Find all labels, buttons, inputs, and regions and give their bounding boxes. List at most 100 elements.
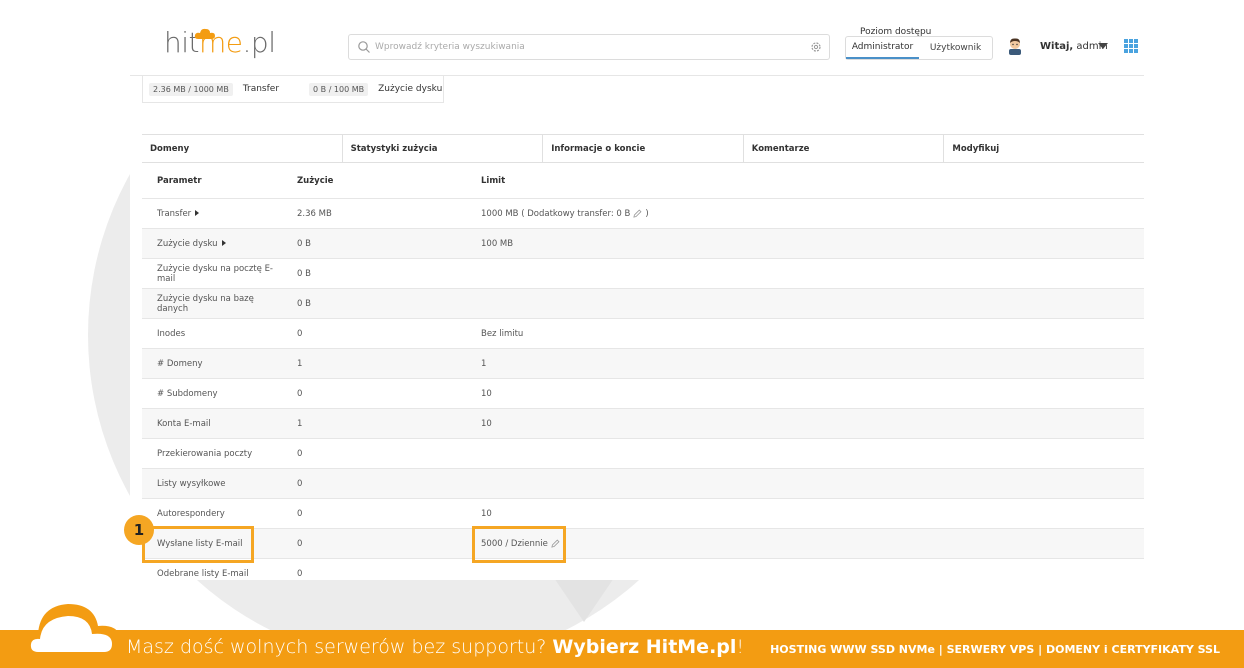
limit-value: 10 — [481, 418, 492, 429]
table-row: Autorespondery 0 10 — [142, 499, 1144, 529]
search-icon — [358, 41, 370, 53]
usage-cell: 0 — [297, 508, 303, 519]
tab-comments[interactable]: Komentarze — [744, 135, 945, 162]
parameter-cell: Konta E-mail — [142, 419, 282, 429]
limit-value: 1000 MB ( Dodatkowy transfer: 0 B — [481, 208, 631, 219]
usage-cell: 0 — [297, 388, 303, 399]
table-row: Przekierowania poczty 0 — [142, 439, 1144, 469]
hitme-logo[interactable]: hitme.pl — [164, 26, 276, 59]
usage-cell: 2.36 MB — [297, 208, 332, 219]
limit-suffix: ) — [645, 208, 649, 219]
access-tab-administrator[interactable]: Administrator — [846, 37, 919, 59]
parameter-cell: Inodes — [142, 329, 282, 339]
parameter-label: Inodes — [157, 328, 186, 339]
table-row: Odebrane listy E-mail 0 — [142, 559, 1144, 580]
highlight-sent-emails-param — [142, 526, 254, 563]
account-tabs: Domeny Statystyki zużycia Informacje o k… — [142, 134, 1144, 163]
banner-services: HOSTING WWW SSD NVMe | SERWERY VPS | DOM… — [770, 643, 1220, 656]
disk-summary-value: 0 B / 100 MB — [309, 82, 369, 96]
table-row: Konta E-mail 1 10 — [142, 409, 1144, 439]
limit-value: Bez limitu — [481, 328, 524, 339]
table-row: Wysłane listy E-mail 0 5000 / Dziennie — [142, 529, 1144, 559]
avatar[interactable] — [1006, 37, 1024, 55]
parameter-cell: Odebrane listy E-mail — [142, 569, 282, 579]
access-tab-user[interactable]: Użytkownik — [919, 37, 992, 59]
usage-cell: 0 — [297, 538, 303, 549]
parameter-label: # Subdomeny — [157, 388, 218, 399]
apps-grid-icon[interactable] — [1124, 39, 1138, 53]
limit-cell: 100 MB — [466, 239, 1144, 249]
parameter-label: Transfer — [157, 208, 192, 219]
top-header: hitme.pl Poziom dostępu Administrator Uż… — [130, 0, 1144, 76]
parameter-label: Listy wysyłkowe — [157, 478, 226, 489]
usage-cell: 0 B — [297, 268, 311, 279]
parameter-label: Autorespondery — [157, 508, 225, 519]
panel-page: hitme.pl Poziom dostępu Administrator Uż… — [130, 0, 1144, 580]
transfer-summary-label: Transfer — [242, 84, 280, 94]
screenshot-root: hitme.pl Poziom dostępu Administrator Uż… — [0, 0, 1244, 668]
usage-cell: 0 — [297, 328, 303, 339]
parameter-cell: Listy wysyłkowe — [142, 479, 282, 489]
parameter-label: Przekierowania poczty — [157, 448, 253, 459]
step-badge: 1 — [124, 515, 154, 545]
limit-cell: 10 — [466, 389, 1144, 399]
parameter-cell: Zużycie dysku na pocztę E-mail — [142, 264, 282, 284]
parameter-cell[interactable]: Zużycie dysku — [142, 239, 282, 249]
limit-value: 10 — [481, 388, 492, 399]
caret-down-icon[interactable] — [1098, 43, 1108, 49]
limit-value: 10 — [481, 508, 492, 519]
banner-slogan: Masz dość wolnych serwerów bez supportu?… — [126, 636, 745, 658]
usage-cell: 1 — [297, 358, 303, 369]
parameter-cell: Zużycie dysku na bazę danych — [142, 294, 282, 314]
parameter-cell[interactable]: Transfer — [142, 209, 282, 219]
expand-arrow-icon[interactable] — [221, 240, 226, 246]
transfer-summary-value: 2.36 MB / 1000 MB — [149, 82, 233, 96]
table-row: Zużycie dysku na pocztę E-mail 0 B — [142, 259, 1144, 289]
column-header-limit: Limit — [481, 175, 506, 186]
parameter-cell: Przekierowania poczty — [142, 449, 282, 459]
tab-domains[interactable]: Domeny — [142, 135, 343, 162]
usage-cell: 0 — [297, 448, 303, 459]
parameter-label: # Domeny — [157, 358, 203, 369]
disk-summary-label: Zużycie dysku — [378, 84, 443, 94]
tab-account-info[interactable]: Informacje o koncie — [543, 135, 744, 162]
column-header-usage: Zużycie — [297, 175, 334, 186]
gear-icon[interactable] — [809, 40, 823, 54]
parameter-label: Zużycie dysku na bazę danych — [157, 293, 254, 314]
column-header-parameter: Parametr — [157, 175, 202, 186]
usage-cell: 1 — [297, 418, 303, 429]
search-box[interactable] — [348, 34, 830, 60]
table-row: # Domeny 1 1 — [142, 349, 1144, 379]
limit-cell: 1000 MB ( Dodatkowy transfer: 0 B) — [466, 209, 1144, 219]
tab-usage-stats[interactable]: Statystyki zużycia — [342, 135, 544, 162]
highlight-sent-emails-limit — [472, 526, 566, 563]
parameter-cell: # Subdomeny — [142, 389, 282, 399]
cloud-icon — [21, 604, 123, 660]
tab-modify[interactable]: Modyfikuj — [944, 135, 1144, 162]
usage-cell: 0 — [297, 478, 303, 489]
pencil-icon[interactable] — [633, 209, 642, 218]
usage-cell: 0 — [297, 568, 303, 579]
parameter-cell: Autorespondery — [142, 509, 282, 519]
usage-summary: 2.36 MB / 1000 MB Transfer 0 B / 100 MB … — [142, 76, 444, 103]
search-input[interactable] — [375, 38, 795, 56]
limit-cell: 5000 / Dziennie — [466, 539, 1144, 549]
table-row: Zużycie dysku na bazę danych 0 B — [142, 289, 1144, 319]
table-row: Zużycie dysku 0 B 100 MB — [142, 229, 1144, 259]
table-row: Transfer 2.36 MB 1000 MB ( Dodatkowy trans… — [142, 199, 1144, 229]
access-level-switch: Administrator Użytkownik — [845, 36, 993, 60]
parameter-label: Odebrane listy E-mail — [157, 568, 249, 579]
table-header: Parametr Zużycie Limit — [142, 163, 1144, 199]
usage-table: Parametr Zużycie Limit Transfer 2.36 MB 10… — [142, 163, 1144, 580]
table-row: Listy wysyłkowe 0 — [142, 469, 1144, 499]
limit-cell: 10 — [466, 419, 1144, 429]
limit-value: 100 MB — [481, 238, 514, 249]
table-row: Inodes 0 Bez limitu — [142, 319, 1144, 349]
limit-cell: Bez limitu — [466, 329, 1144, 339]
logo-cloud-icon — [194, 28, 215, 39]
usage-cell: 0 B — [297, 238, 311, 249]
expand-arrow-icon[interactable] — [195, 210, 200, 216]
limit-value: 1 — [481, 358, 487, 369]
parameter-cell: # Domeny — [142, 359, 282, 369]
parameter-label: Konta E-mail — [157, 418, 211, 429]
